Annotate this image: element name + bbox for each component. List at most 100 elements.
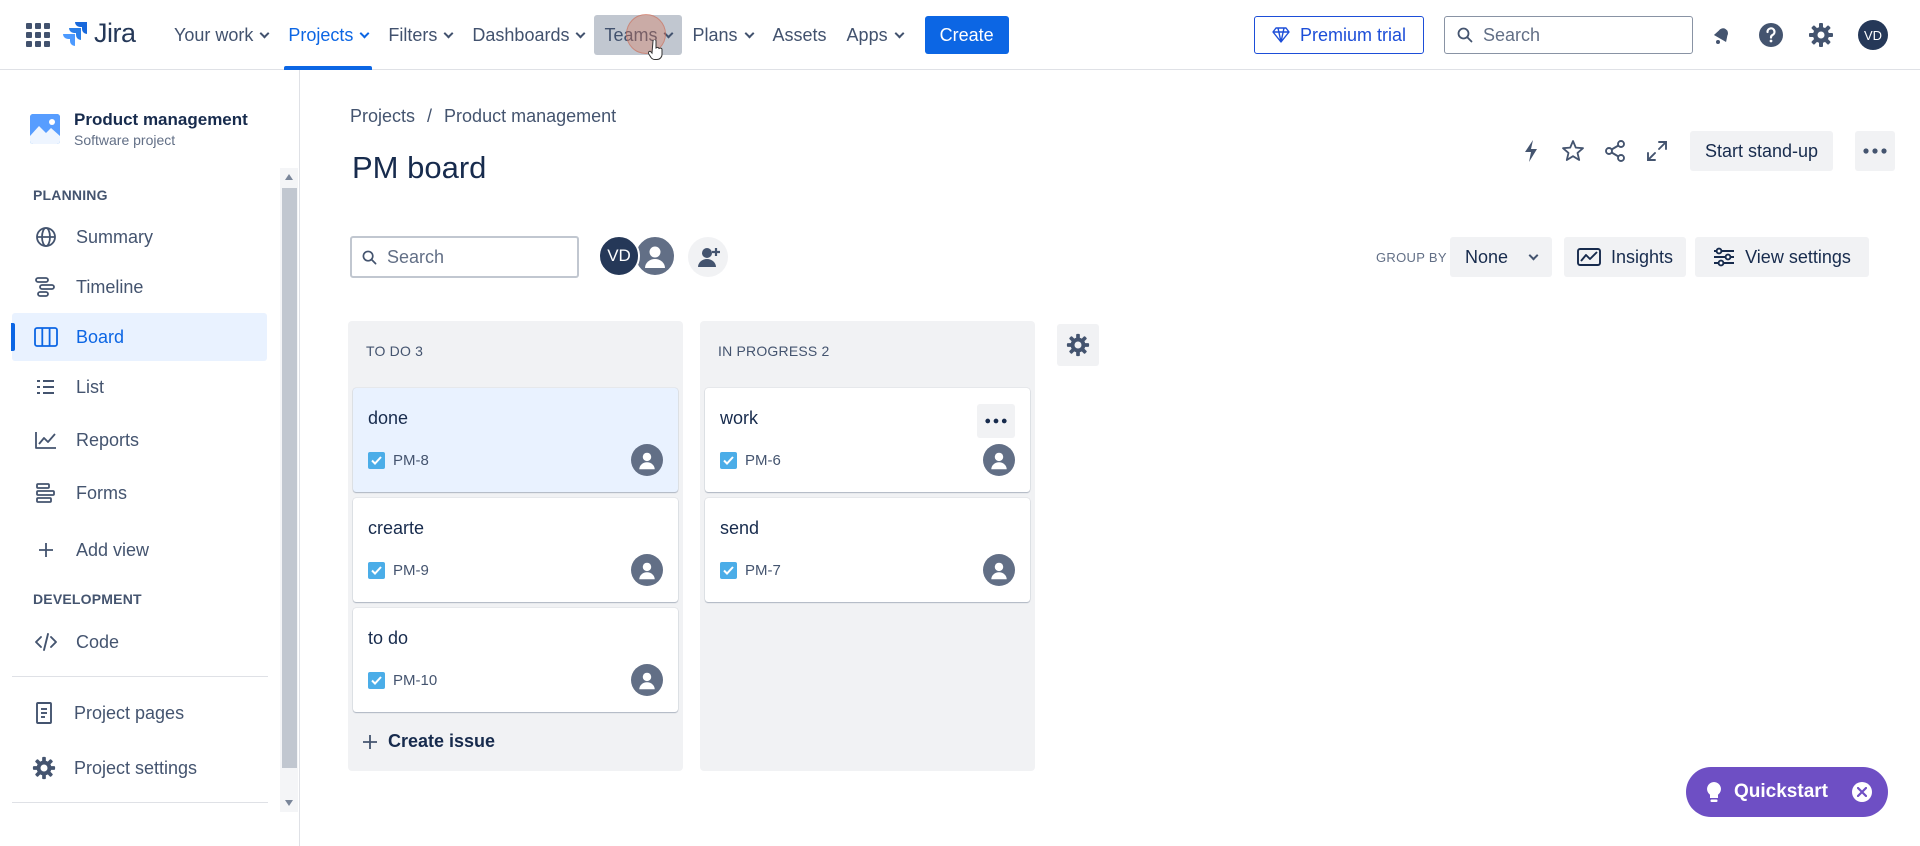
lightbulb-icon bbox=[1707, 782, 1721, 802]
person-icon bbox=[639, 562, 655, 580]
star-icon[interactable] bbox=[1558, 136, 1588, 166]
insights-button[interactable]: Insights bbox=[1564, 237, 1686, 277]
group-by-value: None bbox=[1465, 246, 1509, 267]
settings-icon[interactable] bbox=[1807, 21, 1835, 49]
jira-logo[interactable]: Jira bbox=[62, 18, 136, 49]
issue-key: PM-6 bbox=[720, 452, 781, 469]
fullscreen-icon[interactable] bbox=[1642, 136, 1672, 166]
sidebar-item-label: Code bbox=[76, 631, 120, 652]
sidebar-item-project-settings[interactable]: Project settings bbox=[12, 744, 267, 792]
sidebar-scrollbar[interactable] bbox=[280, 168, 298, 812]
sidebar-add-view[interactable]: Add view bbox=[12, 526, 267, 574]
board-search-input[interactable]: Search bbox=[350, 236, 579, 278]
nav-dashboards[interactable]: Dashboards bbox=[462, 15, 594, 55]
search-icon bbox=[1457, 27, 1473, 43]
global-search-input[interactable]: Search bbox=[1444, 16, 1693, 54]
assignee-filter-unassigned[interactable] bbox=[634, 235, 676, 277]
chevron-down-icon bbox=[1528, 250, 1539, 260]
notifications-icon[interactable] bbox=[1708, 21, 1736, 49]
group-by-label: GROUP BY bbox=[1376, 250, 1447, 265]
sidebar-item-forms[interactable]: Forms bbox=[12, 469, 267, 517]
create-issue-button[interactable]: Create issue bbox=[362, 731, 495, 752]
assignee-avatar[interactable] bbox=[983, 444, 1015, 476]
quickstart-button[interactable]: Quickstart bbox=[1686, 767, 1888, 817]
view-settings-label: View settings bbox=[1745, 246, 1851, 267]
more-icon bbox=[985, 418, 1007, 424]
nav-filters[interactable]: Filters bbox=[378, 15, 462, 55]
forms-icon bbox=[34, 481, 58, 505]
project-avatar bbox=[30, 114, 60, 144]
breadcrumb-separator: / bbox=[427, 106, 433, 126]
share-icon[interactable] bbox=[1600, 136, 1630, 166]
sidebar-item-board[interactable]: Board bbox=[11, 313, 267, 361]
issue-card[interactable]: send PM-7 bbox=[705, 498, 1030, 602]
more-actions-button[interactable] bbox=[1855, 131, 1896, 171]
task-type-icon bbox=[368, 562, 385, 579]
list-icon bbox=[34, 375, 58, 399]
app-switcher-icon[interactable] bbox=[26, 23, 50, 47]
breadcrumb-projects[interactable]: Projects bbox=[350, 106, 415, 127]
column-settings-button[interactable] bbox=[1057, 324, 1099, 366]
sidebar-item-reports[interactable]: Reports bbox=[12, 416, 267, 464]
assignee-avatar[interactable] bbox=[631, 664, 663, 696]
assignee-filter-avatar[interactable]: VD bbox=[598, 235, 640, 277]
nav-apps[interactable]: Apps bbox=[837, 15, 913, 55]
assignee-avatar[interactable] bbox=[983, 554, 1015, 586]
quickstart-close-button[interactable] bbox=[1852, 782, 1872, 802]
sliders-icon bbox=[1714, 247, 1735, 267]
issue-card[interactable]: to do PM-10 bbox=[353, 608, 678, 712]
nav-filters-label: Filters bbox=[388, 24, 438, 45]
nav-assets[interactable]: Assets bbox=[763, 15, 837, 55]
issue-summary: done bbox=[368, 408, 409, 428]
assignee-avatar[interactable] bbox=[631, 444, 663, 476]
sidebar-item-list[interactable]: List bbox=[12, 363, 267, 411]
card-more-button[interactable] bbox=[977, 404, 1015, 438]
board-icon bbox=[34, 325, 58, 349]
sidebar-item-code[interactable]: Code bbox=[12, 618, 267, 666]
start-standup-button[interactable]: Start stand-up bbox=[1690, 131, 1834, 171]
timeline-icon bbox=[34, 275, 58, 299]
add-person-icon bbox=[698, 248, 720, 267]
issue-card[interactable]: work PM-6 bbox=[705, 388, 1030, 492]
nav-apps-label: Apps bbox=[846, 24, 888, 45]
chevron-down-icon bbox=[259, 28, 270, 38]
issue-key-label: PM-7 bbox=[745, 562, 781, 579]
globe-icon bbox=[34, 225, 58, 249]
issue-card[interactable]: done PM-8 bbox=[353, 388, 678, 492]
sidebar-item-summary[interactable]: Summary bbox=[12, 213, 267, 261]
nav-assets-label: Assets bbox=[772, 24, 827, 45]
automation-icon[interactable] bbox=[1516, 136, 1546, 166]
issue-card[interactable]: crearte PM-9 bbox=[353, 498, 678, 602]
group-by-select[interactable]: None bbox=[1450, 237, 1552, 277]
user-avatar[interactable]: VD bbox=[1858, 20, 1888, 50]
help-icon[interactable] bbox=[1757, 21, 1785, 49]
column-title: TO DO 3 bbox=[366, 343, 424, 359]
chevron-down-icon bbox=[576, 28, 586, 38]
person-icon bbox=[991, 562, 1007, 580]
chevron-down-icon bbox=[744, 28, 754, 38]
sidebar-item-label: Forms bbox=[76, 482, 127, 503]
sidebar-item-project-pages[interactable]: Project pages bbox=[12, 689, 267, 737]
nav-your-work[interactable]: Your work bbox=[164, 15, 278, 55]
nav-plans[interactable]: Plans bbox=[682, 15, 762, 55]
project-type: Software project bbox=[74, 132, 176, 148]
plus-icon bbox=[34, 538, 58, 562]
page-title: PM board bbox=[352, 150, 487, 185]
view-settings-button[interactable]: View settings bbox=[1695, 237, 1869, 277]
create-button[interactable]: Create bbox=[924, 16, 1009, 54]
assignee-avatar[interactable] bbox=[631, 554, 663, 586]
issue-summary: send bbox=[720, 518, 760, 538]
scroll-up-icon[interactable] bbox=[285, 174, 293, 180]
planning-section-label: PLANNING bbox=[33, 187, 108, 203]
premium-trial-button[interactable]: Premium trial bbox=[1254, 16, 1424, 54]
breadcrumb-product-management[interactable]: Product management bbox=[444, 106, 616, 127]
project-header[interactable]: Product management Software project bbox=[30, 110, 248, 148]
sidebar-item-timeline[interactable]: Timeline bbox=[12, 263, 267, 311]
scroll-down-icon[interactable] bbox=[285, 800, 293, 806]
sidebar-divider bbox=[12, 676, 268, 677]
add-people-button[interactable] bbox=[688, 237, 728, 277]
person-icon bbox=[639, 672, 655, 690]
sidebar-item-label: List bbox=[76, 376, 105, 397]
scrollbar-thumb[interactable] bbox=[282, 188, 297, 768]
nav-projects[interactable]: Projects bbox=[278, 15, 378, 70]
